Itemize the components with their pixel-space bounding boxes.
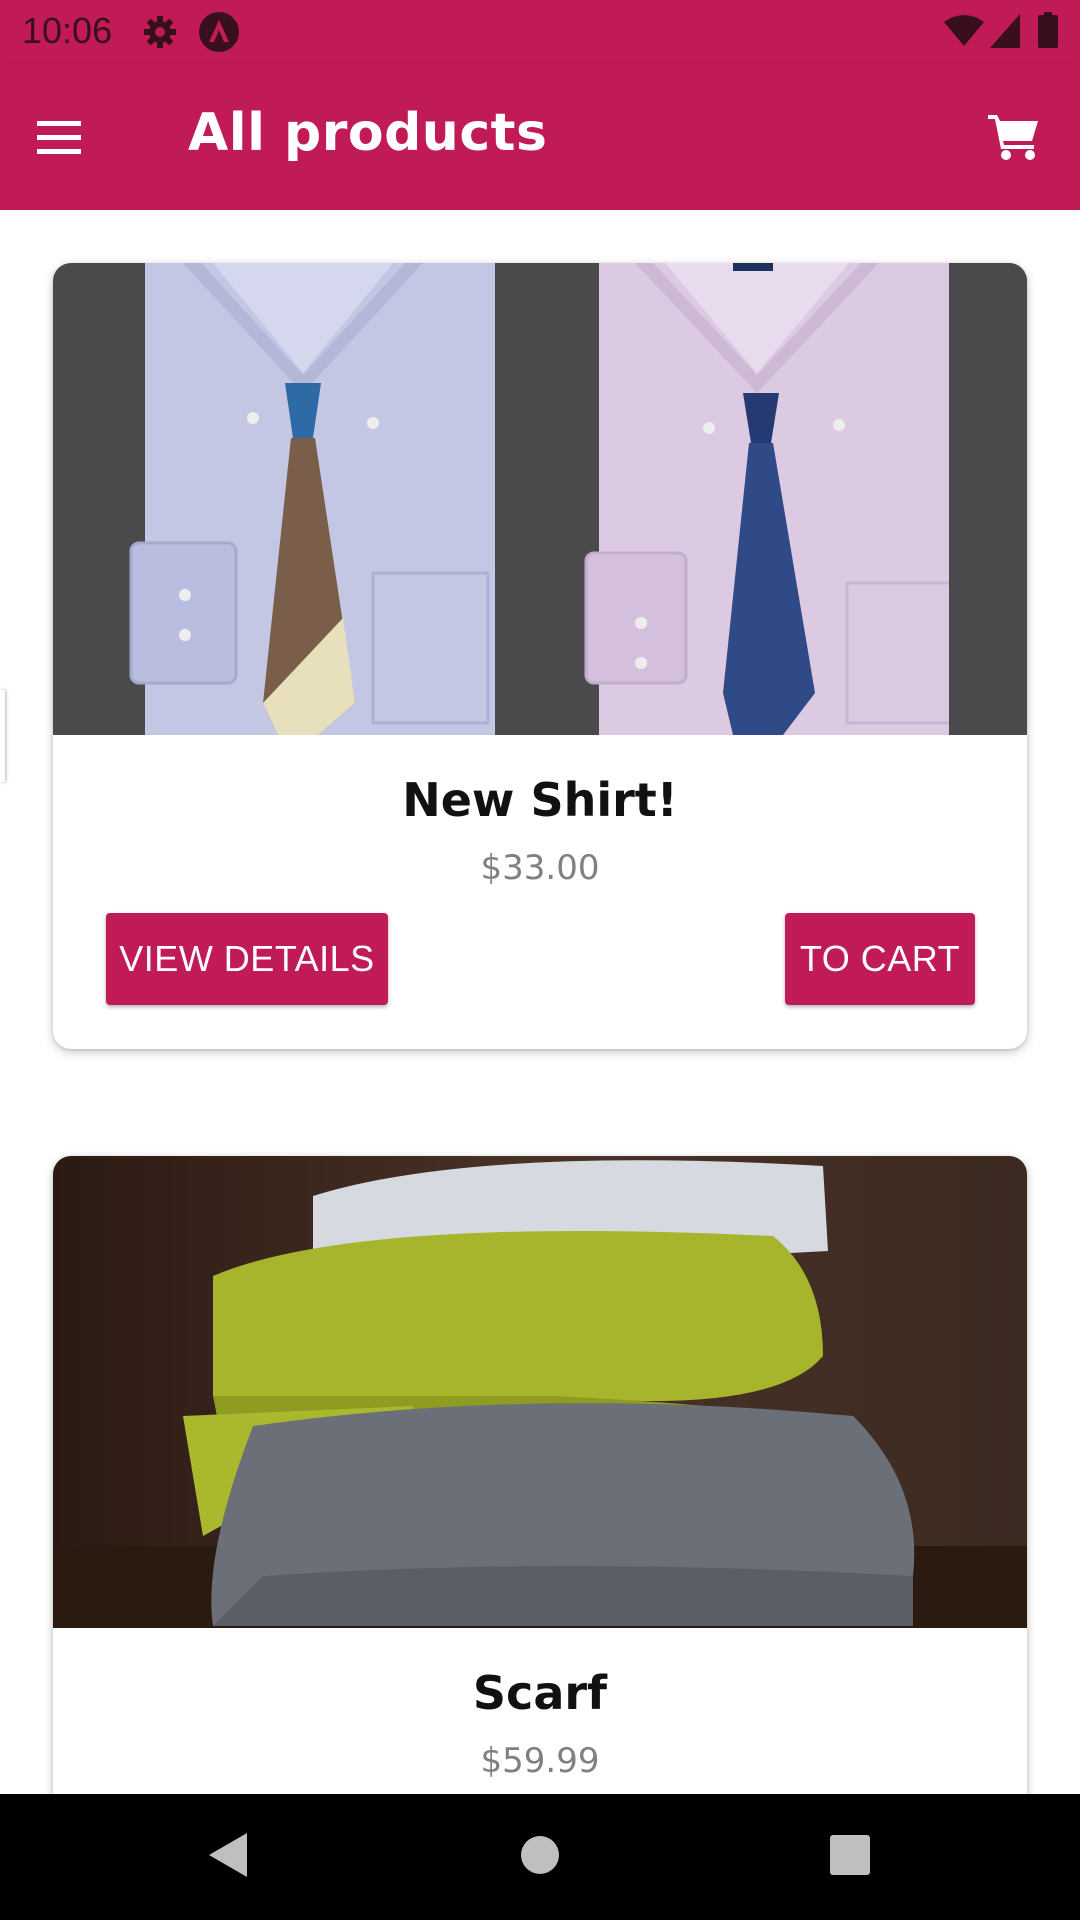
product-image-scarves: [53, 1156, 1027, 1628]
product-name: Scarf: [472, 1666, 608, 1720]
product-card: New Shirt! $33.00 VIEW DETAILS TO CART: [53, 263, 1027, 1049]
product-name: New Shirt!: [402, 773, 678, 827]
status-bar: 10:06: [0, 0, 1080, 63]
product-list[interactable]: New Shirt! $33.00 VIEW DETAILS TO CART S…: [0, 210, 1080, 1794]
product-card: Scarf $59.99: [53, 1156, 1027, 1794]
to-cart-button[interactable]: TO CART: [785, 913, 975, 1005]
shopping-cart-icon: [988, 113, 1040, 165]
drawer-handle[interactable]: [0, 690, 5, 782]
signal-icon: [990, 14, 1020, 48]
status-time: 10:06: [22, 10, 113, 51]
app-bar: All products: [0, 63, 1080, 210]
navigation-bar: [0, 1794, 1080, 1920]
menu-button[interactable]: [24, 105, 94, 175]
product-price: $33.00: [480, 848, 600, 888]
recents-icon: [830, 1835, 870, 1879]
product-price: $59.99: [480, 1741, 600, 1781]
home-button[interactable]: [507, 1824, 573, 1890]
page-title: All products: [188, 103, 548, 163]
back-button[interactable]: [196, 1824, 262, 1890]
cart-button[interactable]: [976, 101, 1052, 177]
app-notification-icon: [198, 11, 240, 53]
battery-icon: [1038, 12, 1058, 48]
home-icon: [520, 1835, 560, 1879]
wifi-icon: [944, 14, 984, 48]
menu-icon: [37, 121, 81, 159]
view-details-button[interactable]: VIEW DETAILS: [106, 913, 388, 1005]
back-icon: [209, 1833, 249, 1881]
product-image-shirts: [53, 263, 1027, 735]
settings-icon: [142, 14, 178, 50]
recents-button[interactable]: [817, 1824, 883, 1890]
